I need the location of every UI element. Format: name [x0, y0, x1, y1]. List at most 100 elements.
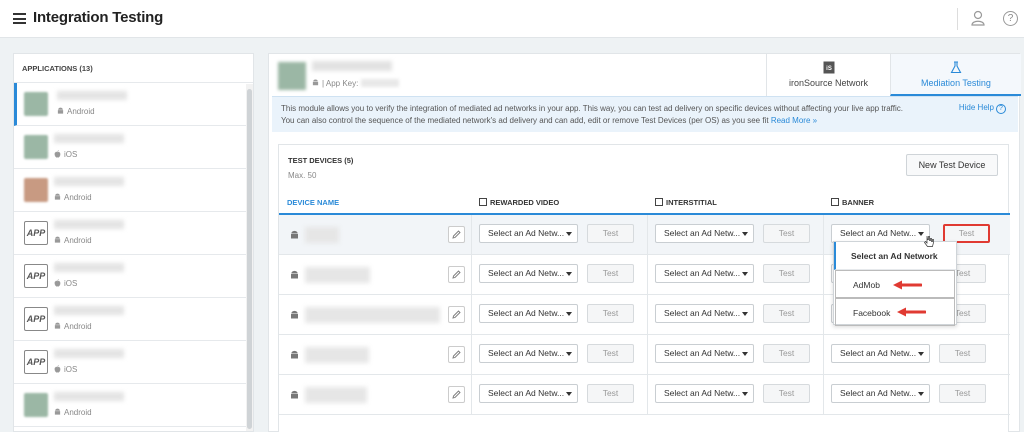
- test-button-banner[interactable]: Test: [939, 344, 986, 363]
- dropdown-option-facebook[interactable]: Facebook: [835, 298, 955, 326]
- new-test-device-button[interactable]: New Test Device: [906, 154, 998, 176]
- ad-network-select-rewarded[interactable]: Select an Ad Netw...: [479, 304, 578, 323]
- chevron-down-icon: [566, 352, 572, 356]
- edit-device-button[interactable]: [448, 386, 465, 403]
- read-more-link[interactable]: Read More »: [771, 116, 817, 125]
- select-value: Select an Ad Netw...: [664, 308, 741, 318]
- test-button-rewarded[interactable]: Test: [587, 224, 634, 243]
- test-button-interstitial[interactable]: Test: [763, 304, 810, 323]
- edit-device-button[interactable]: [448, 226, 465, 243]
- test-button-banner[interactable]: Test: [939, 384, 986, 403]
- test-button-interstitial[interactable]: Test: [763, 224, 810, 243]
- ad-network-select-banner[interactable]: Select an Ad Netw...: [831, 344, 930, 363]
- dropdown-option-select[interactable]: Select an Ad Network: [834, 242, 956, 270]
- test-button-rewarded[interactable]: Test: [587, 344, 634, 363]
- selected-app-header: | App Key:: [269, 54, 766, 96]
- android-icon: [291, 230, 298, 239]
- chevron-down-icon: [566, 272, 572, 276]
- select-value: Select an Ad Netw...: [664, 268, 741, 278]
- test-button-interstitial[interactable]: Test: [763, 344, 810, 363]
- android-icon: [291, 390, 298, 399]
- ad-network-select-interstitial[interactable]: Select an Ad Netw...: [655, 384, 754, 403]
- select-value: Select an Ad Netw...: [840, 348, 917, 358]
- test-button-interstitial[interactable]: Test: [763, 264, 810, 283]
- ad-network-select-interstitial[interactable]: Select an Ad Netw...: [655, 264, 754, 283]
- edit-device-button[interactable]: [448, 346, 465, 363]
- ad-network-select-interstitial[interactable]: Select an Ad Netw...: [655, 224, 754, 243]
- apple-icon: [54, 150, 61, 158]
- ad-network-select-banner[interactable]: Select an Ad Netw...: [831, 384, 930, 403]
- table-row: Select an Ad Netw... Test Select an Ad Net…: [279, 335, 1010, 375]
- os-name: Android: [64, 236, 92, 245]
- option-label: AdMob: [853, 280, 880, 290]
- tab-mediation-testing[interactable]: Mediation Testing: [890, 54, 1021, 96]
- test-devices-title: TEST DEVICES (5): [288, 156, 354, 165]
- app-key-redacted: [361, 79, 400, 87]
- application-list-item[interactable]: Android: [14, 83, 253, 126]
- pencil-icon: [452, 270, 461, 279]
- hide-help-link[interactable]: Hide Help?: [959, 103, 1006, 114]
- application-list-item[interactable]: APP iOS: [14, 341, 253, 384]
- app-os-label: Android: [54, 236, 92, 245]
- test-button-rewarded[interactable]: Test: [587, 264, 634, 283]
- os-name: Android: [67, 107, 95, 116]
- scrollbar-thumb[interactable]: [247, 89, 252, 429]
- app-key-label: | App Key:: [322, 79, 359, 88]
- hide-help-label: Hide Help: [958, 103, 994, 112]
- application-list-item[interactable]: iOS: [14, 126, 253, 169]
- app-os-label: Android: [54, 408, 92, 417]
- app-thumbnail: [24, 393, 48, 417]
- ad-network-select-interstitial[interactable]: Select an Ad Netw...: [655, 304, 754, 323]
- ad-network-select-rewarded[interactable]: Select an Ad Netw...: [479, 344, 578, 363]
- applications-list: Android iOS Android APP Android APP iOS APP Andr…: [14, 83, 253, 427]
- edit-device-button[interactable]: [448, 266, 465, 283]
- user-icon[interactable]: [970, 10, 986, 26]
- max-devices-note: Max. 50: [288, 171, 317, 180]
- application-list-item[interactable]: APP Android: [14, 298, 253, 341]
- application-list-item[interactable]: APP iOS: [14, 255, 253, 298]
- column-divider: [471, 295, 472, 335]
- column-device-name[interactable]: DEVICE NAME: [287, 198, 339, 207]
- chevron-down-icon: [566, 392, 572, 396]
- select-value: Select an Ad Netw...: [488, 348, 565, 358]
- ad-network-select-rewarded[interactable]: Select an Ad Netw...: [479, 384, 578, 403]
- ad-network-select-interstitial[interactable]: Select an Ad Netw...: [655, 344, 754, 363]
- application-list-item[interactable]: APP Android: [14, 212, 253, 255]
- option-label: Facebook: [853, 308, 891, 318]
- select-value: Select an Ad Netw...: [840, 228, 917, 238]
- app-name-redacted: [54, 349, 124, 358]
- android-icon: [54, 193, 61, 200]
- select-value: Select an Ad Netw...: [488, 308, 565, 318]
- android-icon: [54, 322, 61, 329]
- edit-device-button[interactable]: [448, 306, 465, 323]
- test-button-interstitial[interactable]: Test: [763, 384, 810, 403]
- android-icon: [57, 107, 64, 114]
- android-icon: [291, 350, 298, 359]
- app-name-redacted: [57, 91, 127, 100]
- application-list-item[interactable]: Android: [14, 169, 253, 212]
- app-name-redacted: [54, 177, 124, 186]
- ad-network-select-rewarded[interactable]: Select an Ad Netw...: [479, 264, 578, 283]
- app-thumbnail: [278, 62, 306, 90]
- app-os-label: Android: [54, 322, 92, 331]
- app-key-row: | App Key:: [312, 79, 400, 88]
- test-button-rewarded[interactable]: Test: [587, 304, 634, 323]
- interstitial-icon: [655, 198, 663, 206]
- os-name: Android: [64, 408, 92, 417]
- application-list-item[interactable]: Android: [14, 384, 253, 427]
- menu-icon[interactable]: [13, 13, 26, 24]
- mouse-pointer-icon: [924, 235, 934, 247]
- column-divider: [823, 295, 824, 335]
- tab-ironsource-network[interactable]: iS ironSource Network: [766, 54, 890, 96]
- applications-heading: APPLICATIONS (13): [14, 54, 253, 83]
- test-button-rewarded[interactable]: Test: [587, 384, 634, 403]
- video-icon: [479, 198, 487, 206]
- help-icon[interactable]: ?: [1003, 11, 1018, 26]
- column-label: BANNER: [842, 198, 875, 207]
- android-icon: [291, 270, 298, 279]
- android-icon: [291, 310, 298, 319]
- flask-icon: [950, 61, 962, 74]
- ad-network-select-rewarded[interactable]: Select an Ad Netw...: [479, 224, 578, 243]
- app-name-redacted: [54, 220, 124, 229]
- column-label: INTERSTITIAL: [666, 198, 717, 207]
